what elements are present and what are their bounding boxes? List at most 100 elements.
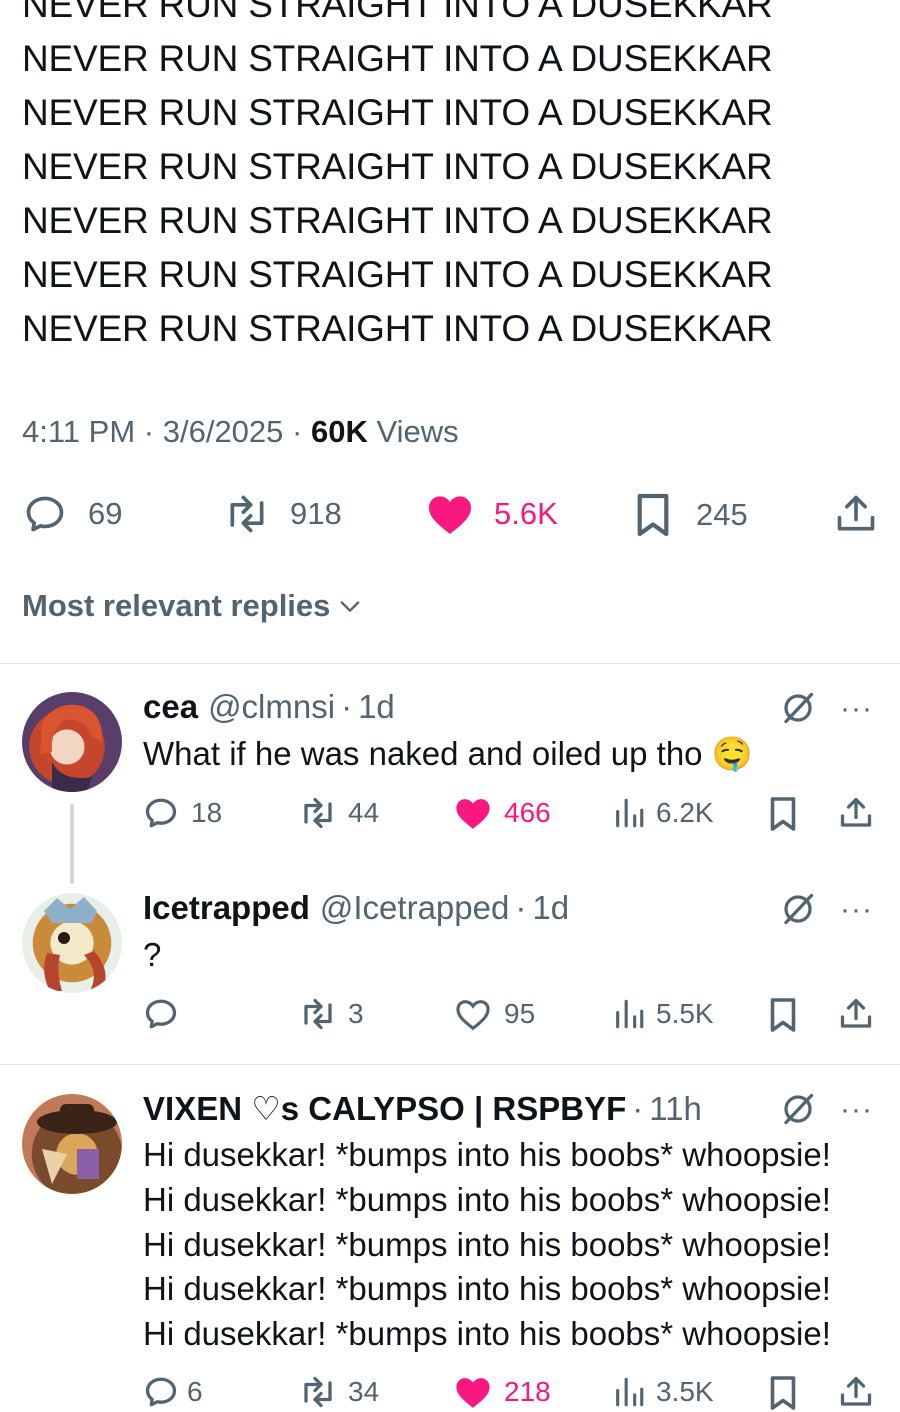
reply-button[interactable]: 18 bbox=[143, 795, 222, 831]
share-button[interactable] bbox=[838, 795, 874, 831]
bookmark-button[interactable]: 245 bbox=[634, 492, 748, 538]
reply-button[interactable]: 6 bbox=[143, 1374, 203, 1410]
bookmark-icon bbox=[770, 998, 796, 1032]
like-button[interactable]: 5.6K bbox=[426, 492, 558, 536]
heart-icon bbox=[456, 1378, 490, 1408]
divider bbox=[0, 663, 900, 664]
reply-sort-toggle[interactable]: Most relevant replies bbox=[22, 588, 364, 624]
like-count: 218 bbox=[504, 1376, 551, 1407]
reply-icon bbox=[145, 999, 177, 1029]
heart-icon bbox=[456, 799, 490, 829]
tweet-text-line: NEVER RUN STRAIGHT INTO A DUSEKKAR bbox=[22, 254, 773, 295]
avatar[interactable] bbox=[22, 692, 122, 792]
repost-count: 34 bbox=[348, 1376, 380, 1407]
grok-icon bbox=[784, 893, 814, 925]
views-button[interactable]: 5.5K bbox=[612, 996, 714, 1032]
thread-connector bbox=[70, 804, 74, 884]
views-button[interactable]: 3.5K bbox=[612, 1374, 714, 1410]
reply-icon bbox=[26, 496, 64, 532]
grok-button[interactable] bbox=[780, 690, 816, 731]
timestamp[interactable]: 1d bbox=[358, 688, 395, 726]
username[interactable]: @Icetrapped bbox=[320, 889, 509, 927]
display-name[interactable]: Icetrapped bbox=[143, 889, 310, 927]
share-button[interactable] bbox=[838, 996, 874, 1032]
reply-text-line: Hi dusekkar! *bumps into his boobs* whoo… bbox=[143, 1136, 831, 1173]
share-button[interactable] bbox=[838, 1374, 874, 1410]
views-count: 5.5K bbox=[656, 998, 714, 1029]
bookmark-count: 245 bbox=[696, 497, 748, 532]
bookmark-button[interactable] bbox=[768, 1374, 798, 1412]
bookmark-icon bbox=[770, 797, 796, 831]
reply-sort-label: Most relevant replies bbox=[22, 588, 331, 623]
tweet-text-line: NEVER RUN STRAIGHT INTO A DUSEKKAR bbox=[22, 200, 773, 241]
reply-header: Icetrapped @Icetrapped · 1d bbox=[143, 889, 570, 927]
heart-icon bbox=[456, 1000, 490, 1031]
views-icon bbox=[616, 999, 644, 1029]
share-icon bbox=[840, 998, 872, 1028]
tweet-text-line: NEVER RUN STRAIGHT INTO A DUSEKKAR bbox=[22, 38, 773, 79]
like-button[interactable]: 218 bbox=[454, 1374, 551, 1410]
repost-icon bbox=[230, 495, 264, 533]
views-count: 3.5K bbox=[656, 1376, 714, 1407]
avatar[interactable] bbox=[22, 1094, 122, 1194]
bookmark-button[interactable] bbox=[768, 795, 798, 833]
timestamp[interactable]: 1d bbox=[532, 889, 569, 927]
repost-button[interactable]: 34 bbox=[298, 1374, 379, 1410]
repost-button[interactable]: 3 bbox=[298, 996, 364, 1032]
share-icon bbox=[837, 495, 875, 531]
views-icon bbox=[616, 1377, 644, 1407]
tweet-time[interactable]: 4:11 PM bbox=[22, 414, 135, 449]
reply-text: What if he was naked and oiled up tho 🤤 bbox=[143, 735, 753, 772]
reply-button[interactable] bbox=[143, 996, 191, 1032]
repost-icon bbox=[304, 998, 332, 1030]
share-icon bbox=[840, 797, 872, 827]
like-button[interactable]: 466 bbox=[454, 795, 551, 831]
grok-button[interactable] bbox=[780, 891, 816, 932]
reply-button[interactable]: 69 bbox=[22, 492, 122, 536]
like-button[interactable]: 95 bbox=[454, 996, 535, 1032]
tweet-text-line: NEVER RUN STRAIGHT INTO A DUSEKKAR bbox=[22, 0, 773, 25]
views-count: 60K bbox=[310, 414, 368, 449]
tweet-date[interactable]: 3/6/2025 bbox=[163, 414, 284, 449]
repost-button[interactable]: 44 bbox=[298, 795, 379, 831]
display-name[interactable]: VIXEN ♡s CALYPSO | RSPBYF bbox=[143, 1089, 626, 1128]
more-button[interactable]: ··· bbox=[840, 1093, 873, 1127]
reply-icon bbox=[145, 798, 177, 828]
reply-header: VIXEN ♡s CALYPSO | RSPBYF · 11h bbox=[143, 1089, 702, 1128]
more-button[interactable]: ··· bbox=[840, 692, 873, 726]
repost-count: 918 bbox=[290, 496, 342, 531]
tweet-meta: 4:11 PM · 3/6/2025 · 60K Views bbox=[22, 414, 459, 449]
reply-text-line: Hi dusekkar! *bumps into his boobs* whoo… bbox=[143, 1315, 831, 1352]
share-button[interactable] bbox=[834, 492, 878, 536]
like-count: 95 bbox=[504, 998, 536, 1029]
repost-icon bbox=[304, 797, 332, 829]
repost-count: 3 bbox=[348, 998, 364, 1029]
grok-icon bbox=[784, 692, 814, 724]
reply-icon bbox=[145, 1377, 177, 1407]
grok-icon bbox=[784, 1093, 814, 1125]
views-button[interactable]: 6.2K bbox=[612, 795, 714, 831]
timestamp[interactable]: 11h bbox=[649, 1090, 702, 1128]
bookmark-icon bbox=[637, 493, 669, 537]
reply-header: cea @clmnsi · 1d bbox=[143, 688, 395, 726]
reply-text-line: Hi dusekkar! *bumps into his boobs* whoo… bbox=[143, 1181, 831, 1218]
reply-count: 69 bbox=[88, 496, 123, 531]
reply-count: 6 bbox=[187, 1376, 203, 1407]
chevron-down-icon bbox=[341, 601, 360, 612]
avatar[interactable] bbox=[22, 893, 122, 993]
username[interactable]: @clmnsi bbox=[208, 688, 335, 726]
views-icon bbox=[616, 798, 644, 828]
bookmark-button[interactable] bbox=[768, 996, 798, 1034]
reply-text-line: Hi dusekkar! *bumps into his boobs* whoo… bbox=[143, 1226, 831, 1263]
repost-button[interactable]: 918 bbox=[222, 492, 342, 536]
display-name[interactable]: cea bbox=[143, 688, 198, 726]
repost-count: 44 bbox=[348, 797, 380, 828]
drooling-face-emoji: 🤤 bbox=[711, 735, 753, 772]
tweet-text-line: NEVER RUN STRAIGHT INTO A DUSEKKAR bbox=[22, 92, 773, 133]
like-count: 466 bbox=[504, 797, 551, 828]
share-icon bbox=[840, 1376, 872, 1406]
grok-button[interactable] bbox=[780, 1091, 816, 1132]
more-button[interactable]: ··· bbox=[840, 893, 873, 927]
like-count: 5.6K bbox=[494, 496, 558, 531]
tweet-text-line: NEVER RUN STRAIGHT INTO A DUSEKKAR bbox=[22, 146, 773, 187]
